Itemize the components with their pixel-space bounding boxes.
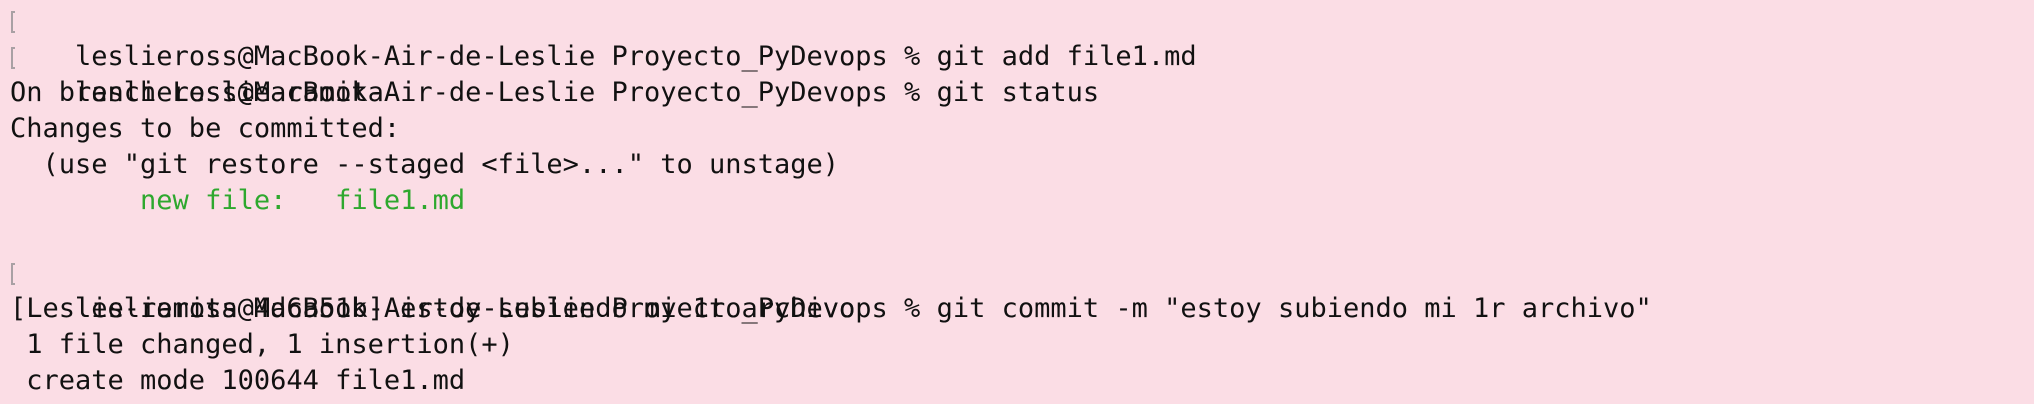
command-text: git status	[936, 77, 1100, 108]
terminal-output-line: create mode 100644 file1.md	[10, 365, 466, 396]
command-mark-icon	[11, 11, 15, 33]
command-text: git commit -m "estoy subiendo mi 1r arch…	[936, 293, 1652, 324]
terminal-line-git-status: leslieross@MacBook-Air-de-Leslie Proyect…	[10, 39, 1099, 108]
staged-file-line: new file: file1.md	[10, 185, 466, 216]
terminal-line-git-commit: leslieross@MacBook-Air-de-Leslie Proyect…	[10, 255, 1652, 324]
command-mark-icon	[11, 263, 15, 285]
terminal-output-line: On branch Leslie-ramita	[10, 77, 384, 108]
command-mark-icon	[11, 47, 15, 69]
terminal-window[interactable]: leslieross@MacBook-Air-de-Leslie Proyect…	[0, 0, 2034, 404]
terminal-output-line: [Leslie-ramita 4d6a51b] estoy subiendo m…	[10, 293, 856, 324]
terminal-output-line: Changes to be committed:	[10, 113, 401, 144]
terminal-line-git-add: leslieross@MacBook-Air-de-Leslie Proyect…	[10, 3, 1197, 72]
terminal-output-line: (use "git restore --staged <file>..." to…	[10, 149, 840, 180]
terminal-output-line: 1 file changed, 1 insertion(+)	[10, 329, 514, 360]
